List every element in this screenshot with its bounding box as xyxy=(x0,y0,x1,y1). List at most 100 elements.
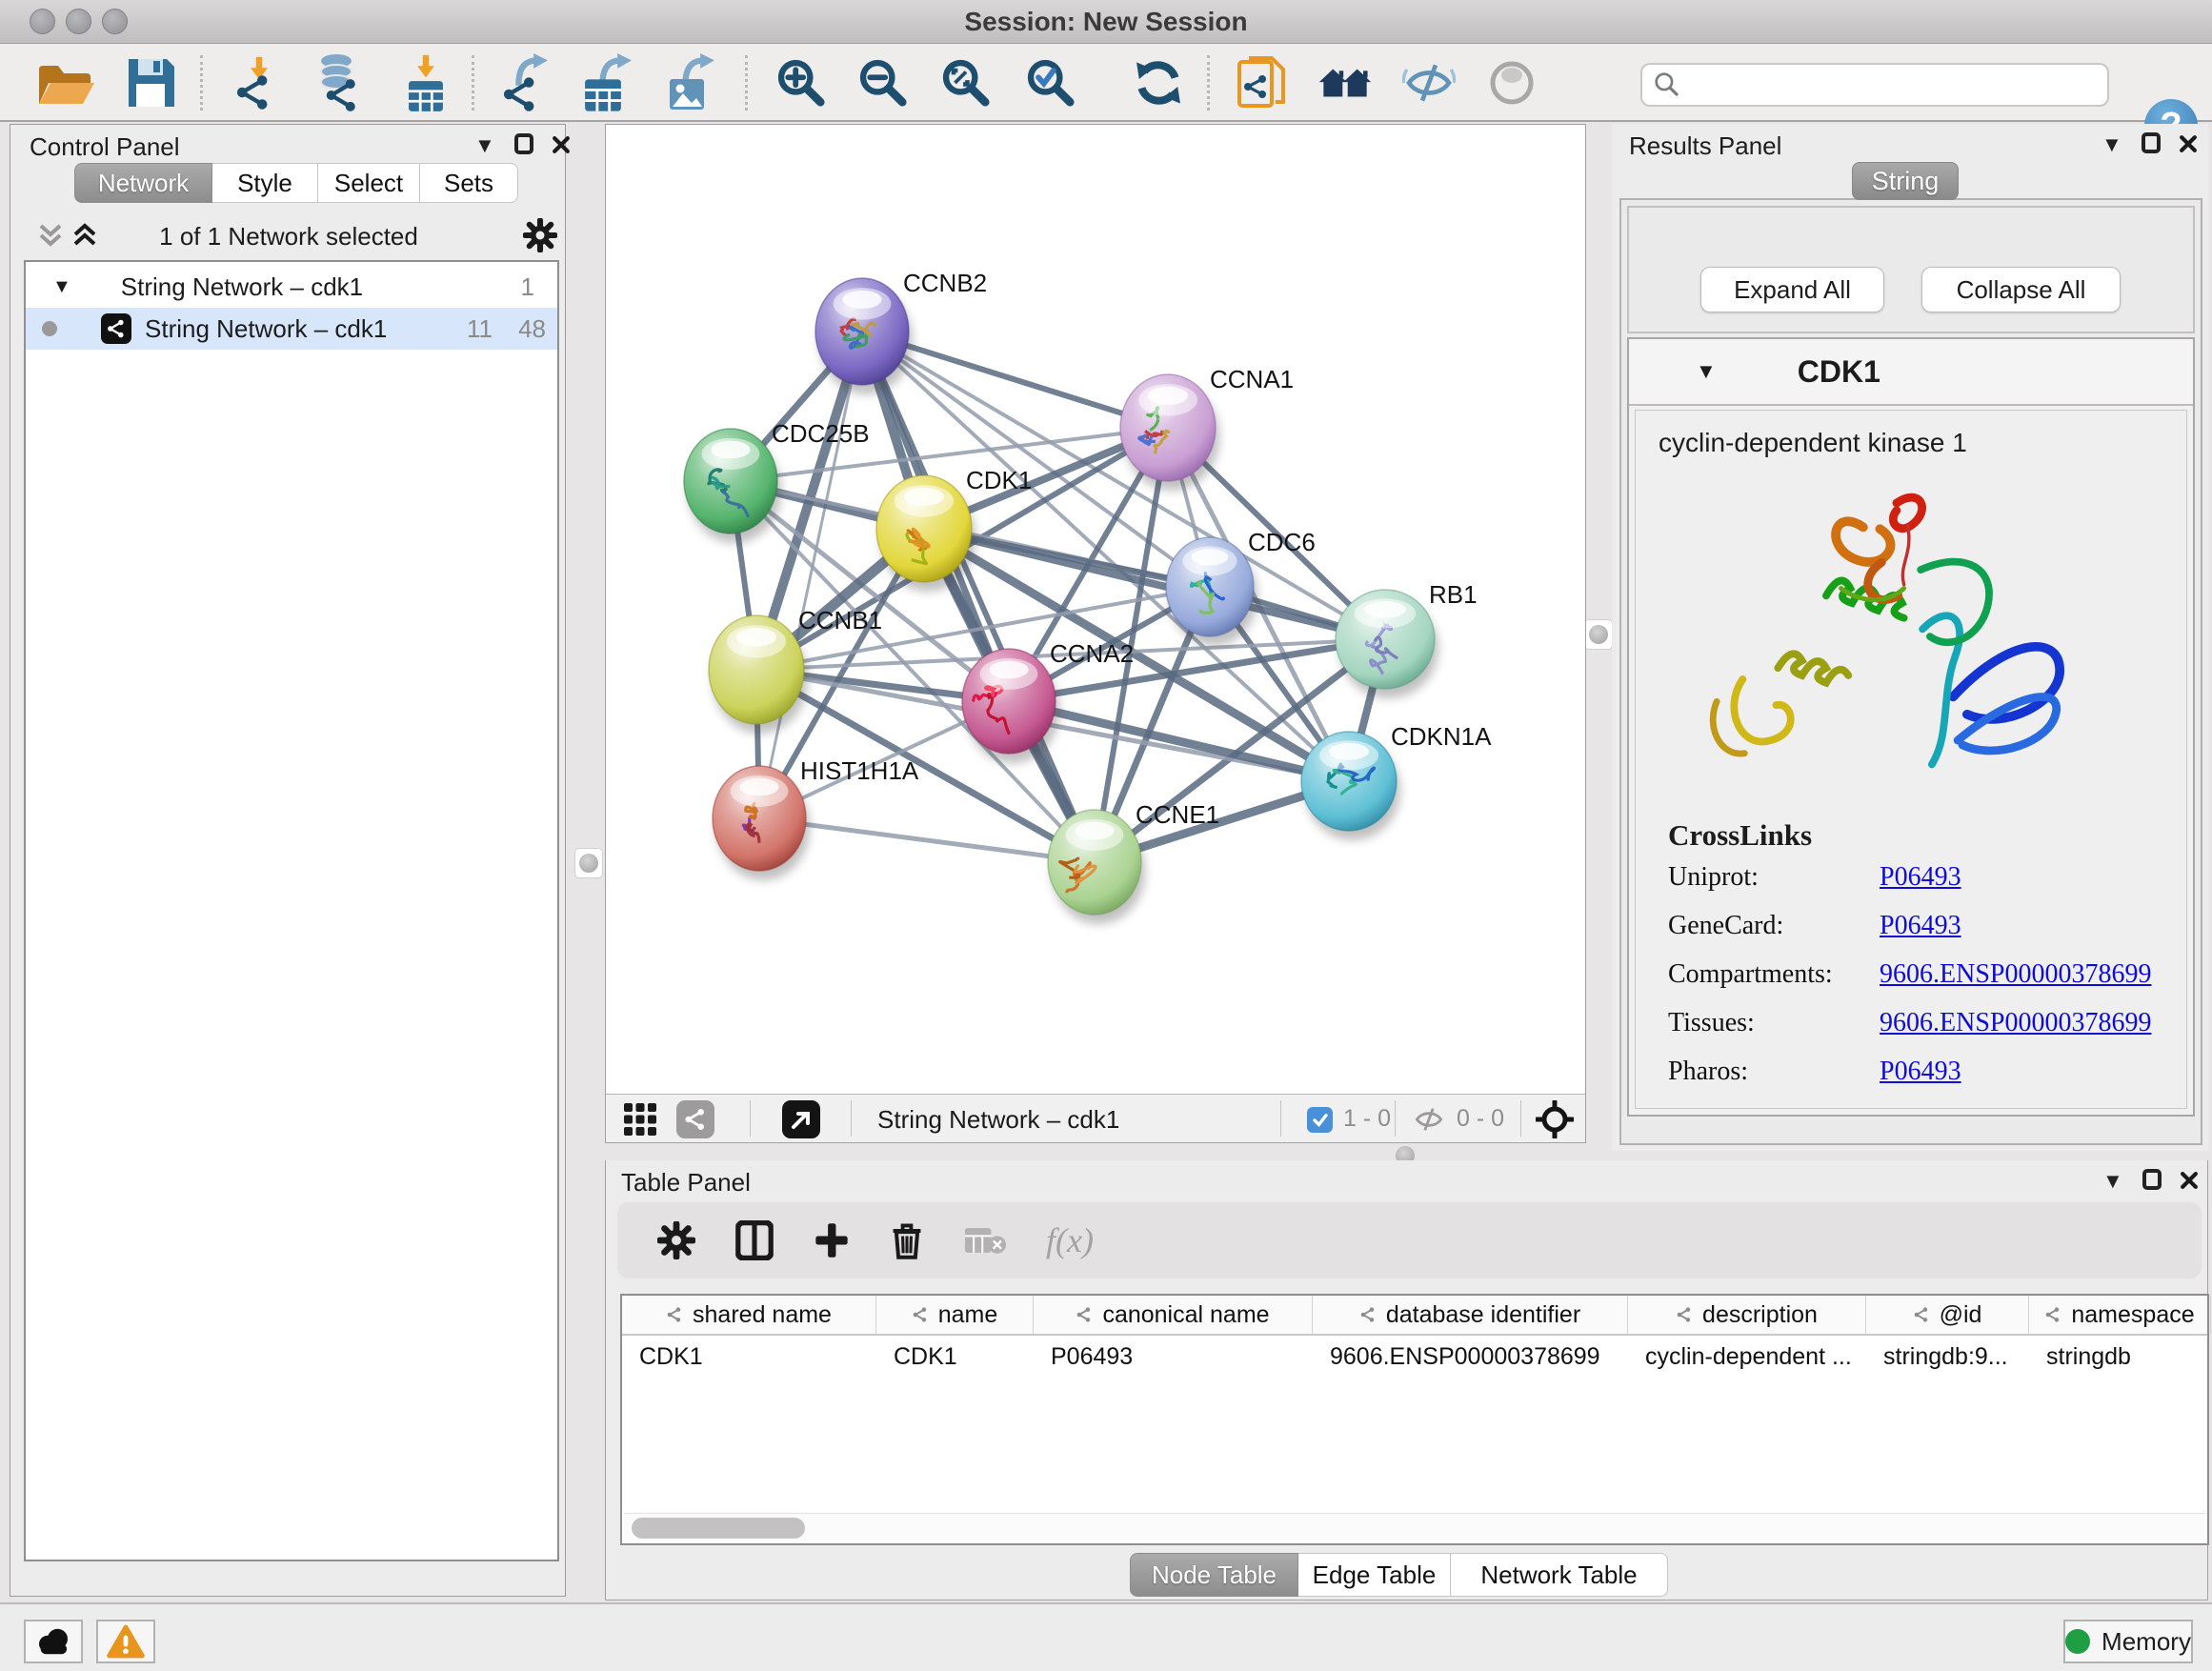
node-label-CDKN1A: CDKN1A xyxy=(1391,722,1492,751)
tab-network-table[interactable]: Network Table xyxy=(1451,1553,1668,1597)
table-cell[interactable]: stringdb:9... xyxy=(1866,1336,2029,1378)
network-canvas[interactable]: CCNB2CCNA1CDC25BCDK1CDC6RB1CCNB1CCNA2CDK… xyxy=(606,125,1585,1093)
column-header-database-identifier[interactable]: database identifier xyxy=(1313,1296,1628,1334)
panel-close-icon[interactable] xyxy=(2178,133,2199,154)
panel-float-icon[interactable] xyxy=(2142,132,2161,153)
table-cell[interactable]: cyclin-dependent ... xyxy=(1628,1336,1866,1378)
table-cell[interactable]: stringdb xyxy=(2029,1336,2211,1378)
zoom-in-button[interactable] xyxy=(768,51,835,114)
detach-view-icon[interactable] xyxy=(782,1100,820,1138)
column-header-name[interactable]: name xyxy=(876,1296,1034,1334)
fit-selected-crosshair-icon[interactable] xyxy=(1536,1100,1574,1138)
tab-style[interactable]: Style xyxy=(212,163,318,203)
clone-network-button[interactable] xyxy=(1228,51,1295,114)
crosslink-link[interactable]: P06493 xyxy=(1880,1057,1961,1087)
table-cell[interactable]: CDK1 xyxy=(876,1336,1034,1378)
table-horizontal-scrollbar[interactable] xyxy=(624,1513,2205,1541)
table-cell[interactable]: 9606.ENSP00000378699 xyxy=(1313,1336,1628,1378)
network-share-icon[interactable] xyxy=(676,1100,714,1138)
table-options-gear-icon[interactable] xyxy=(657,1221,695,1259)
import-network-from-database-button[interactable] xyxy=(306,51,372,114)
show-all-button[interactable] xyxy=(1478,51,1545,114)
tab-select[interactable]: Select xyxy=(318,163,420,203)
crosslink-link[interactable]: 9606.ENSP00000378699 xyxy=(1880,1008,2151,1038)
grid-view-icon[interactable] xyxy=(623,1102,657,1137)
expand-all-button[interactable]: Expand All xyxy=(1700,267,1884,312)
panel-close-icon[interactable] xyxy=(2179,1170,2200,1191)
hide-selected-button[interactable] xyxy=(1396,51,1462,114)
crosslinks-heading: CrossLinks xyxy=(1668,818,2186,853)
gene-collapse-caret-icon[interactable]: ▼ xyxy=(1696,359,1717,384)
open-file-button[interactable] xyxy=(31,51,98,114)
panel-menu-caret-icon[interactable]: ▼ xyxy=(474,133,495,158)
tab-node-table[interactable]: Node Table xyxy=(1130,1553,1298,1597)
network-node-HIST1H1A[interactable] xyxy=(713,766,810,880)
network-view-panel: CCNB2CCNA1CDC25BCDK1CDC6RB1CCNB1CCNA2CDK… xyxy=(605,124,1586,1143)
show-columns-icon[interactable] xyxy=(735,1220,774,1260)
panel-float-icon[interactable] xyxy=(2142,1169,2162,1190)
panel-close-icon[interactable] xyxy=(551,134,572,155)
export-network-button[interactable] xyxy=(493,51,559,114)
network-node-CDKN1A[interactable] xyxy=(1301,732,1400,840)
gene-card-header[interactable]: ▼ CDK1 xyxy=(1629,339,2193,406)
network-node-CCNB2[interactable] xyxy=(815,278,913,394)
warnings-button[interactable] xyxy=(96,1620,155,1663)
network-node-CCNE1[interactable] xyxy=(1048,810,1145,924)
node-label-CDK1: CDK1 xyxy=(966,466,1032,494)
network-options-gear-icon[interactable] xyxy=(523,218,557,252)
collapse-all-button[interactable]: Collapse All xyxy=(1921,267,2121,312)
apply-layout-button[interactable] xyxy=(1125,51,1192,114)
zoom-fit-button[interactable] xyxy=(933,51,999,114)
network-node-CDC25B[interactable] xyxy=(684,429,781,543)
legend-creator-button[interactable] xyxy=(1312,51,1378,114)
save-session-button[interactable] xyxy=(117,51,184,114)
network-node-RB1[interactable] xyxy=(1336,590,1438,698)
import-table-button[interactable] xyxy=(392,51,459,114)
left-splitter-handle[interactable] xyxy=(574,848,603,878)
export-image-button[interactable] xyxy=(657,51,724,114)
column-header-shared-name[interactable]: shared name xyxy=(622,1296,876,1334)
scrollbar-thumb[interactable] xyxy=(632,1518,805,1539)
delete-column-icon[interactable] xyxy=(890,1221,924,1259)
node-count: 11 xyxy=(467,314,493,344)
panel-float-icon[interactable] xyxy=(514,133,533,154)
panel-menu-caret-icon[interactable]: ▼ xyxy=(2101,132,2122,157)
cloud-status-button[interactable] xyxy=(24,1620,83,1663)
column-header-canonical-name[interactable]: canonical name xyxy=(1034,1296,1313,1334)
tab-sets[interactable]: Sets xyxy=(420,163,518,203)
import-arrow-icon xyxy=(413,53,438,80)
column-header--id[interactable]: @id xyxy=(1866,1296,2029,1334)
cytoscape-window: Session: New Session xyxy=(0,0,2212,1671)
tab-network[interactable]: Network xyxy=(74,163,212,203)
zoom-selected-button[interactable] xyxy=(1017,51,1084,114)
table-row[interactable]: CDK1CDK1P064939606.ENSP00000378699cyclin… xyxy=(622,1336,2207,1378)
results-panel-title: Results Panel xyxy=(1629,131,1781,161)
panel-menu-caret-icon[interactable]: ▼ xyxy=(2102,1169,2123,1194)
create-column-icon[interactable] xyxy=(814,1221,850,1259)
tree-expand-caret-icon[interactable]: ▼ xyxy=(52,276,71,298)
network-collection-row[interactable]: ▼ String Network – cdk1 1 xyxy=(26,266,557,308)
search-input[interactable] xyxy=(1690,70,2107,101)
import-network-button[interactable] xyxy=(226,51,292,114)
window-title: Session: New Session xyxy=(0,0,2212,44)
column-header-namespace[interactable]: namespace xyxy=(2029,1296,2211,1334)
network-node-CCNA2[interactable] xyxy=(962,649,1059,763)
right-splitter-handle[interactable] xyxy=(1584,619,1613,650)
tab-string[interactable]: String xyxy=(1852,162,1959,200)
crosslink-link[interactable]: P06493 xyxy=(1880,862,1961,893)
network-node-CCNA1[interactable] xyxy=(1120,374,1219,491)
crosslink-link[interactable]: P06493 xyxy=(1880,911,1961,941)
network-node-CDC6[interactable] xyxy=(1166,537,1257,646)
tab-edge-table[interactable]: Edge Table xyxy=(1298,1553,1451,1597)
export-table-button[interactable] xyxy=(574,51,641,114)
network-node-CDK1[interactable] xyxy=(876,475,975,592)
crosslink-link[interactable]: 9606.ENSP00000378699 xyxy=(1880,959,2151,990)
selected-checkbox-icon[interactable] xyxy=(1307,1107,1333,1133)
column-header-description[interactable]: description xyxy=(1628,1296,1866,1334)
zoom-out-button[interactable] xyxy=(850,51,916,114)
table-panel-title: Table Panel xyxy=(621,1168,751,1198)
network-row-selected[interactable]: String Network – cdk1 11 48 xyxy=(26,308,557,350)
table-cell[interactable]: CDK1 xyxy=(622,1336,876,1378)
memory-button[interactable]: Memory xyxy=(2063,1620,2193,1663)
table-cell[interactable]: P06493 xyxy=(1034,1336,1313,1378)
